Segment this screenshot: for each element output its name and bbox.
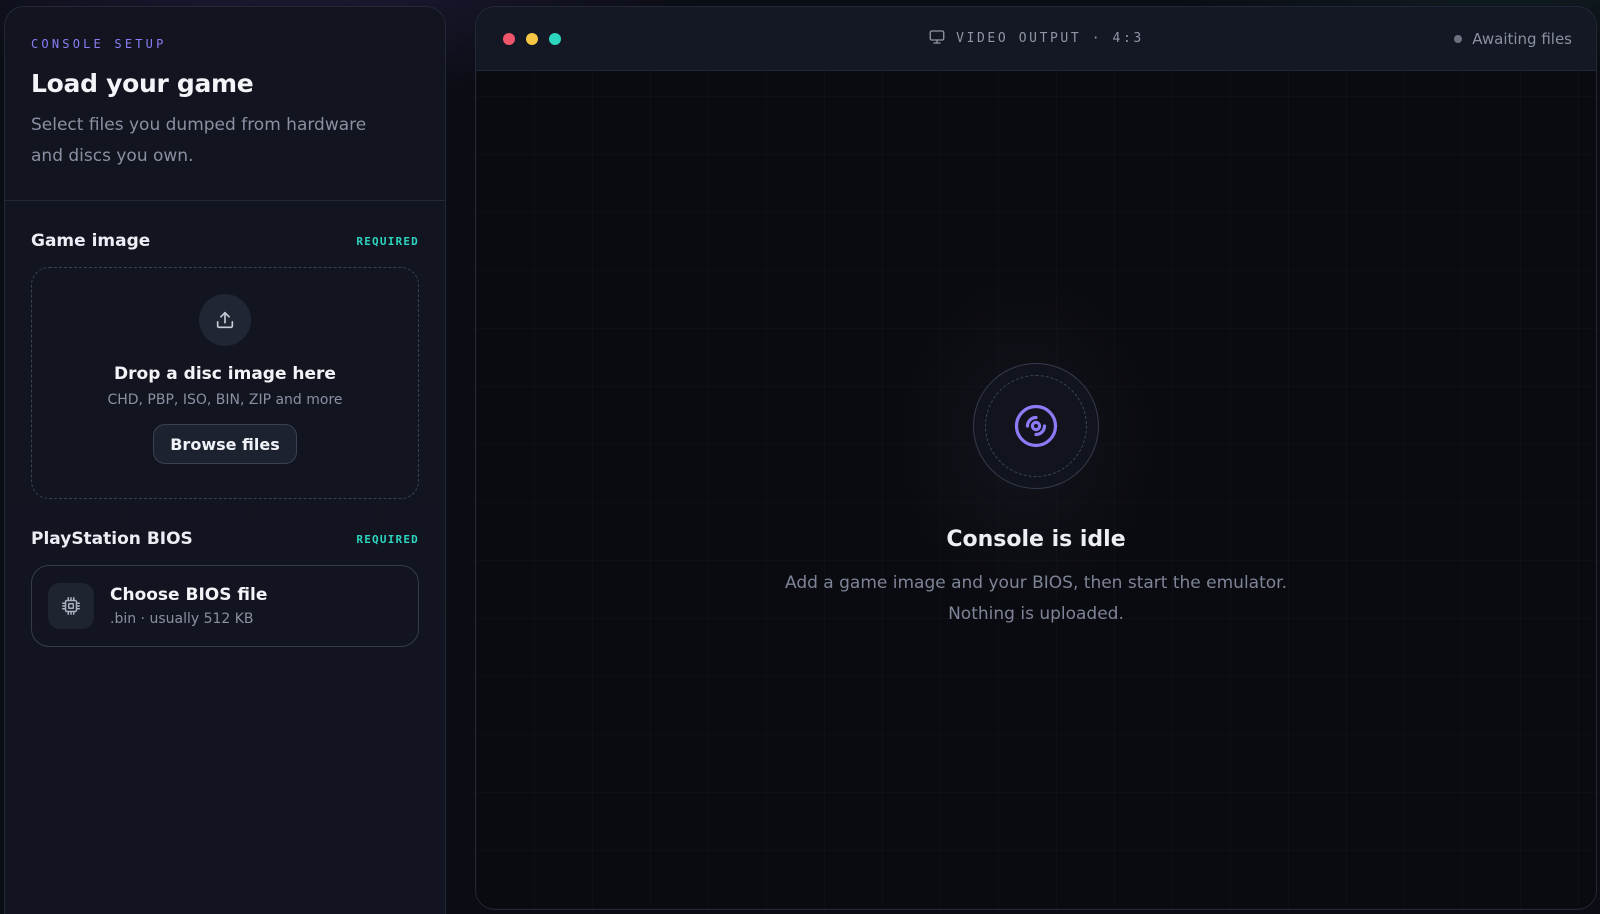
video-screen: Console is idle Add a game image and you… [476,71,1596,909]
video-titlebar: VIDEO OUTPUT · 4:3 Awaiting files [476,7,1596,71]
window-dot-close[interactable] [503,32,515,45]
idle-line-2: Nothing is uploaded. [948,604,1124,624]
browse-files-button[interactable]: Browse files [153,424,297,464]
sidebar-header: CONSOLE SETUP Load your game Select file… [5,7,445,201]
bios-section: PlayStation BIOS REQUIRED Choose BIOS fi… [5,528,445,647]
window-controls [503,32,561,45]
disc-image-dropzone[interactable]: Drop a disc image here CHD, PBP, ISO, BI… [31,267,419,499]
setup-sidebar: CONSOLE SETUP Load your game Select file… [4,6,446,914]
monitor-icon [928,28,946,50]
upload-icon [199,294,251,346]
game-image-title: Game image [31,231,151,251]
game-image-required-badge: REQUIRED [356,234,419,248]
bios-card-text: Choose BIOS file .bin · usually 512 KB [110,585,267,627]
disc-icon [973,363,1099,489]
game-image-header: Game image REQUIRED [31,230,419,252]
status-text: Awaiting files [1472,29,1572,48]
page-title: Load your game [31,69,254,98]
idle-line-1: Add a game image and your BIOS, then sta… [784,573,1287,593]
status-dot [1454,34,1463,43]
window-dot-minimize[interactable] [526,32,538,45]
video-title: VIDEO OUTPUT · 4:3 [476,7,1596,70]
idle-state: Console is idle Add a game image and you… [476,363,1596,630]
idle-description: Add a game image and your BIOS, then sta… [785,568,1287,630]
bios-card-subtitle: .bin · usually 512 KB [110,611,254,627]
bios-card-title: Choose BIOS file [110,585,268,605]
dropzone-title: Drop a disc image here [114,364,336,384]
bios-header: PlayStation BIOS REQUIRED [31,528,419,550]
eyebrow-label: CONSOLE SETUP [31,37,167,51]
video-output-panel: VIDEO OUTPUT · 4:3 Awaiting files Consol… [475,6,1597,910]
page-subtitle: Select files you dumped from hardware an… [31,115,367,166]
bios-required-badge: REQUIRED [356,532,419,546]
idle-title: Console is idle [946,527,1126,552]
status-indicator: Awaiting files [1454,7,1572,70]
bios-title: PlayStation BIOS [31,529,193,549]
game-image-section: Game image REQUIRED Drop a disc image he… [5,230,445,499]
window-dot-maximize[interactable] [549,32,561,45]
video-title-text: VIDEO OUTPUT · 4:3 [956,31,1144,46]
chip-icon [48,583,94,629]
dropzone-formats: CHD, PBP, ISO, BIN, ZIP and more [107,392,343,408]
choose-bios-button[interactable]: Choose BIOS file .bin · usually 512 KB [31,565,419,647]
